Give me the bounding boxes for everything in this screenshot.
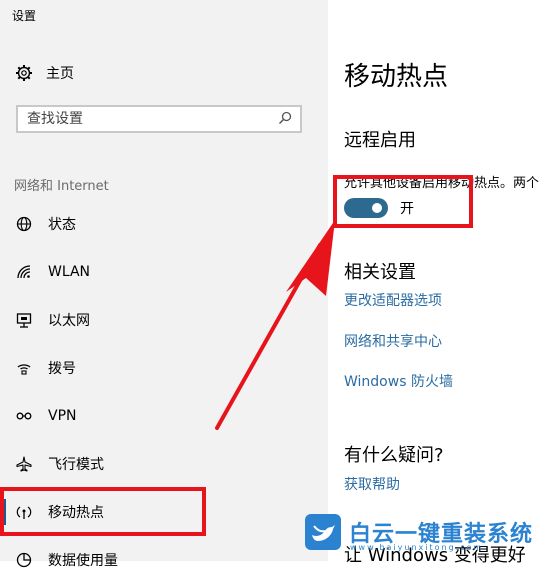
annotation-arrow-head: [286, 220, 335, 296]
annotation-arrow-layer: [215, 220, 335, 430]
